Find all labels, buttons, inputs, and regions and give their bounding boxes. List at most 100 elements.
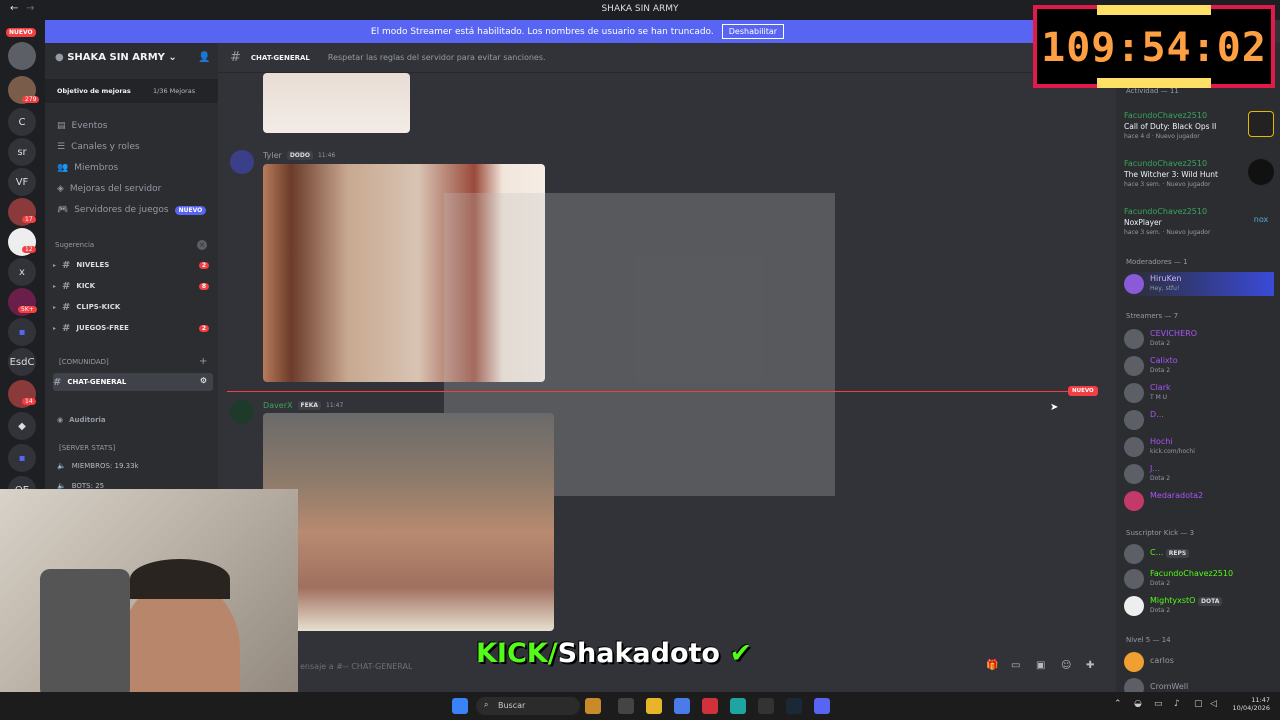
unread-count: 8 <box>198 282 209 290</box>
steam-icon[interactable] <box>786 698 802 714</box>
diamond-icon[interactable]: ◆ <box>8 412 36 440</box>
avatar <box>1124 491 1144 511</box>
member-row[interactable]: Medaradota2 <box>1124 489 1274 513</box>
avatar <box>1124 410 1144 430</box>
level-header: Nivel 5 — 14 <box>1126 636 1171 644</box>
member-row[interactable]: HiruKen Hey, stfu! <box>1124 272 1274 296</box>
emoji-icon[interactable]: ☺ <box>1061 660 1071 671</box>
author-name[interactable]: DaverX <box>263 401 293 410</box>
folder-icon[interactable] <box>646 698 662 714</box>
member-name: HiruKen <box>1150 274 1182 283</box>
member-status: Dota 2 <box>1150 580 1171 587</box>
boost-goal-bar[interactable]: Objetivo de mejoras 1/36 Mejoras <box>45 79 218 103</box>
member-row[interactable]: carlos <box>1124 650 1274 674</box>
app-icon[interactable] <box>758 698 774 714</box>
chevron-up-icon[interactable]: ⌃ <box>1114 699 1122 709</box>
channel-niveles[interactable]: ▸ # NIVELES 2 <box>53 256 213 274</box>
member-row[interactable]: J... Dota 2 <box>1124 462 1274 486</box>
member-name: Hochi <box>1150 437 1173 446</box>
folder-icon[interactable]: ▪ <box>8 444 36 472</box>
server-c[interactable]: C <box>8 108 36 136</box>
member-row[interactable]: FacundoChavez2510 Dota 2 <box>1124 567 1274 591</box>
sidebar-item-events[interactable]: ▤ Eventos <box>57 121 108 131</box>
server-sr[interactable]: sr <box>8 138 36 166</box>
channel-header: # CHAT-GENERAL Respetar las reglas del s… <box>218 43 1116 73</box>
browser-icon[interactable] <box>674 698 690 714</box>
list-icon: ☰ <box>57 142 66 152</box>
member-name: FacundoChavez2510 <box>1150 569 1234 578</box>
banner-text: El modo Streamer está habilitado. Los no… <box>370 26 714 37</box>
gift-icon[interactable]: 🎁 <box>986 660 998 671</box>
chevron-down-icon: ⌄ <box>168 52 177 63</box>
author-name[interactable]: Tyler <box>263 151 282 160</box>
edge-icon[interactable] <box>730 698 746 714</box>
add-member-icon[interactable]: 👤 <box>198 52 210 63</box>
member-row[interactable]: Clark T M U <box>1124 381 1274 405</box>
sidebar-item-members[interactable]: 👥 Miembros <box>57 163 118 173</box>
category-suggestion[interactable]: Sugerencia <box>55 241 94 249</box>
wifi-icon[interactable]: ◒ <box>1134 699 1142 709</box>
clock-time: 11:47 <box>1251 696 1270 704</box>
taskview-icon[interactable] <box>618 698 634 714</box>
channel-clips-kick[interactable]: ▸ # CLIPS-KICK <box>53 298 213 316</box>
server-header[interactable]: ● SHAKA SIN ARMY ⌄ <box>55 52 177 63</box>
member-row[interactable]: CEVICHERO Dota 2 <box>1124 327 1274 351</box>
category-server-stats[interactable]: [SERVER STATS] <box>59 444 115 452</box>
discord-icon[interactable] <box>814 698 830 714</box>
channel-kick[interactable]: ▸ # KICK 8 <box>53 277 213 295</box>
role-tag: FEKA <box>297 401 321 410</box>
server-vf[interactable]: VF <box>8 168 36 196</box>
windows-start-icon[interactable] <box>452 698 468 714</box>
avatar[interactable] <box>230 400 254 424</box>
sidebar-item-audit[interactable]: ◉ Auditoria <box>57 416 106 424</box>
server-icon[interactable] <box>8 42 36 70</box>
settings-gear-icon[interactable]: ⚙ <box>200 376 207 385</box>
apps-icon[interactable]: ✚ <box>1086 660 1094 671</box>
close-icon[interactable]: × <box>197 240 207 250</box>
member-row[interactable]: Hochi kick.com/hochi <box>1124 435 1274 459</box>
category-community[interactable]: [COMUNIDAD] <box>59 358 109 366</box>
hash-icon: # <box>62 259 71 271</box>
mods-header: Moderadores — 1 <box>1126 258 1188 266</box>
member-row[interactable]: C... REPS <box>1124 542 1274 566</box>
channel-chat-general[interactable]: # CHAT-GENERAL ⚙ <box>53 373 213 391</box>
activity-card[interactable]: FacundoChavez2510 NoxPlayer hace 3 sem. … <box>1124 207 1274 236</box>
add-channel-icon[interactable]: + <box>199 356 207 367</box>
sticker-icon[interactable]: ▣ <box>1036 660 1045 671</box>
server-x[interactable]: x <box>8 258 36 286</box>
network-icon[interactable]: ▭ <box>1154 699 1163 709</box>
app-icon[interactable] <box>585 698 601 714</box>
sidebar-item-server-boost[interactable]: ◈ Mejoras del servidor <box>57 184 161 194</box>
sidebar-item-game-servers[interactable]: 🎮 Servidores de juegos NUEVO <box>57 205 207 215</box>
activity-card[interactable]: FacundoChavez2510 Call of Duty: Black Op… <box>1124 111 1274 140</box>
gif-icon[interactable]: ▭ <box>1011 660 1020 671</box>
server-esdc[interactable]: EsdC <box>8 348 36 376</box>
clock[interactable]: 11:47 10/04/2026 <box>1226 696 1270 712</box>
channel-juegos-free[interactable]: ▸ # JUEGOS-FREE 2 <box>53 319 213 337</box>
member-row[interactable]: MightyxstO DOTA Dota 2 <box>1124 594 1274 618</box>
member-row[interactable]: CromWell <box>1124 676 1274 692</box>
attachment-image[interactable] <box>263 413 554 631</box>
boost-goal-label: Objetivo de mejoras <box>57 87 131 95</box>
display-icon[interactable]: ▢ <box>1194 699 1203 709</box>
member-row[interactable]: D... <box>1124 408 1274 432</box>
game-icon <box>1248 111 1274 137</box>
hash-icon: # <box>62 280 71 292</box>
caret-right-icon: ▸ <box>53 303 57 311</box>
member-name: D... <box>1150 410 1164 419</box>
avatar[interactable] <box>230 150 254 174</box>
composer-placeholder: ensaje a #-- CHAT-GENERAL <box>300 662 413 671</box>
app-icon[interactable] <box>702 698 718 714</box>
sidebar-item-channels-roles[interactable]: ☰ Canales y roles <box>57 142 140 152</box>
volume-icon[interactable]: ◁ <box>1210 699 1217 709</box>
channel-name: CHAT-GENERAL <box>67 378 127 386</box>
attachment-image[interactable] <box>263 73 410 133</box>
member-name: Medaradota2 <box>1150 491 1204 500</box>
taskbar-search[interactable]: ⌕ Buscar <box>476 697 580 715</box>
member-row[interactable]: Calixto Dota 2 <box>1124 354 1274 378</box>
activity-card[interactable]: FacundoChavez2510 The Witcher 3: Wild Hu… <box>1124 159 1274 188</box>
mic-icon[interactable]: ♪ <box>1174 699 1180 709</box>
verified-check-icon: ✔ <box>729 638 753 669</box>
folder-icon[interactable]: ▪ <box>8 318 36 346</box>
disable-streamer-button[interactable]: Deshabilitar <box>721 24 785 39</box>
